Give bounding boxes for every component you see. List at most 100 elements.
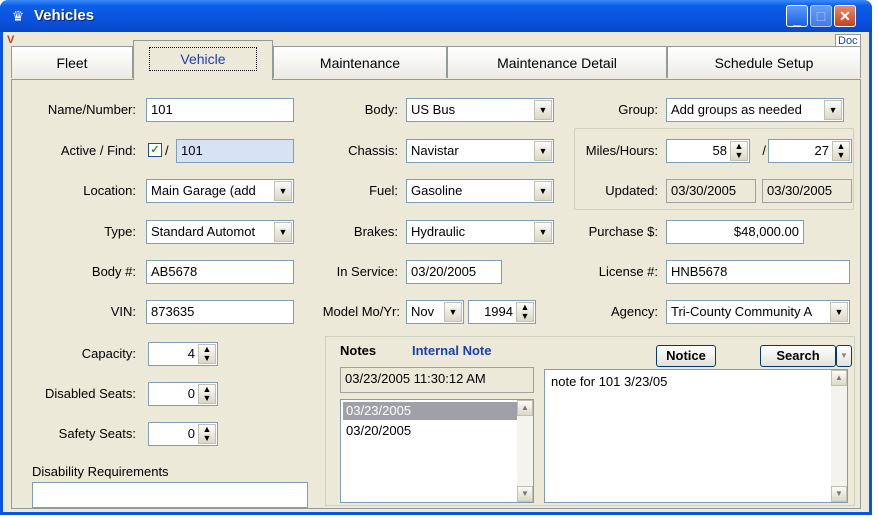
tab-maintenance[interactable]: Maintenance [273,46,447,78]
capacity-stepper[interactable]: 4 ▲ ▼ [148,342,218,366]
vehicle-panel: Name/Number: 101 Active / Find: ✓ / 101 … [11,79,861,509]
body-num-input[interactable]: AB5678 [146,260,294,284]
chevron-down-icon[interactable]: ▼ [444,302,462,322]
group-value: Add groups as needed [671,102,802,117]
chassis-value: Navistar [411,143,459,158]
chassis-dropdown[interactable]: Navistar ▼ [406,139,554,163]
chevron-down-icon[interactable]: ▼ [534,141,552,161]
app-icon: ♛ [11,8,25,24]
body-value: US Bus [411,102,456,117]
agency-dropdown[interactable]: Tri-County Community A ▼ [666,300,850,324]
active-checkbox[interactable]: ✓ [148,143,162,157]
chevron-down-icon[interactable]: ▼ [274,181,292,201]
body-label: Body: [364,102,398,117]
disabled-seats-label: Disabled Seats: [44,386,136,401]
note-text: note for 101 3/23/05 [551,374,668,389]
vin-input[interactable]: 873635 [146,300,294,324]
internal-note-tab[interactable]: Internal Note [412,343,491,358]
hours-stepper[interactable]: 27 ▲ ▼ [768,139,852,163]
close-button[interactable]: ✕ [834,5,856,27]
scroll-up-icon[interactable]: ▲ [517,400,533,416]
disability-requirements-input[interactable] [32,482,308,508]
note-text-scrollbar[interactable]: ▲ ▼ [831,370,847,502]
name-number-input[interactable]: 101 [146,98,294,122]
type-value: Standard Automot [151,224,256,239]
find-input[interactable]: 101 [176,139,294,163]
hours-value: 27 [814,143,829,158]
location-label: Location: [83,183,136,198]
miles-stepper[interactable]: 58 ▲ ▼ [666,139,750,163]
window-title: Vehicles [34,7,95,24]
minimize-icon: _ [793,11,801,27]
brakes-label: Brakes: [353,224,398,239]
tab-schedule-setup[interactable]: Schedule Setup [667,46,861,78]
model-mo-yr-label: Model Mo/Yr: [322,304,400,319]
name-number-label: Name/Number: [47,102,136,117]
miles-hours-separator: / [762,143,766,158]
note-dates-scrollbar[interactable]: ▲ ▼ [517,400,533,502]
note-timestamp: 03/23/2005 11:30:12 AM [340,367,534,393]
list-item[interactable]: 03/23/2005 [343,402,518,420]
list-item[interactable]: 03/20/2005 [343,422,518,440]
scroll-down-icon[interactable]: ▼ [831,486,847,502]
group-dropdown[interactable]: Add groups as needed ▼ [666,98,844,122]
vin-label: VIN: [110,304,136,319]
brakes-dropdown[interactable]: Hydraulic ▼ [406,220,554,244]
fuel-dropdown[interactable]: Gasoline ▼ [406,179,554,203]
disabled-seats-value: 0 [187,386,195,401]
spin-arrows-icon[interactable]: ▲ ▼ [198,384,216,404]
tab-strip: Fleet Vehicle Maintenance Maintenance De… [11,40,861,80]
chevron-down-icon[interactable]: ▼ [274,222,292,242]
updated-date-1: 03/30/2005 [666,179,756,203]
note-text-area[interactable]: note for 101 3/23/05 ▲ ▼ [544,369,848,503]
tab-maintenance-label: Maintenance [319,55,401,71]
location-dropdown[interactable]: Main Garage (add ▼ [146,179,294,203]
search-options-chevron-down-icon[interactable]: ▼ [836,345,852,367]
chevron-down-icon[interactable]: ▼ [534,100,552,120]
purchase-label: Purchase $: [588,224,658,239]
active-find-separator: / [165,143,169,158]
safety-seats-value: 0 [187,426,195,441]
agency-value: Tri-County Community A [671,304,813,319]
tab-maintenance-detail[interactable]: Maintenance Detail [447,46,667,78]
chevron-down-icon[interactable]: ▼ [534,181,552,201]
notes-tab[interactable]: Notes [340,343,376,358]
note-dates-list[interactable]: 03/23/2005 03/20/2005 ▲ ▼ [340,399,534,503]
minimize-button[interactable]: _ [786,5,808,27]
scroll-down-icon[interactable]: ▼ [517,486,533,502]
tab-fleet-label: Fleet [56,55,88,71]
scroll-up-icon[interactable]: ▲ [831,370,847,386]
chevron-down-icon[interactable]: ▼ [824,100,842,120]
title-bar[interactable]: ♛ Vehicles _ □ ✕ [0,0,872,32]
notice-button[interactable]: Notice [656,345,716,367]
spin-arrows-icon[interactable]: ▲ ▼ [832,141,850,161]
type-dropdown[interactable]: Standard Automot ▼ [146,220,294,244]
model-month-dropdown[interactable]: Nov ▼ [406,300,464,324]
in-service-input[interactable]: 03/20/2005 [406,260,502,284]
purchase-input[interactable]: $48,000.00 [666,220,804,244]
body-num-label: Body #: [91,264,136,279]
maximize-button[interactable]: □ [810,5,832,27]
updated-label: Updated: [605,183,658,198]
maximize-icon: □ [816,8,826,24]
body-dropdown[interactable]: US Bus ▼ [406,98,554,122]
tab-schedule-setup-label: Schedule Setup [714,55,814,71]
spin-arrows-icon[interactable]: ▲ ▼ [516,302,534,322]
disabled-seats-stepper[interactable]: 0 ▲ ▼ [148,382,218,406]
miles-value: 58 [712,143,727,158]
spin-arrows-icon[interactable]: ▲ ▼ [198,344,216,364]
chevron-down-icon[interactable]: ▼ [830,302,848,322]
tab-vehicle[interactable]: Vehicle [133,40,273,80]
vehicles-window: ♛ Vehicles _ □ ✕ V Doc Fleet Vehicle Mai… [0,0,872,515]
search-button[interactable]: Search [760,345,836,367]
group-label: Group: [618,102,658,117]
spin-arrows-icon[interactable]: ▲ ▼ [730,141,748,161]
license-input[interactable]: HNB5678 [666,260,850,284]
agency-label: Agency: [611,304,658,319]
safety-seats-stepper[interactable]: 0 ▲ ▼ [148,422,218,446]
tab-fleet[interactable]: Fleet [11,46,133,78]
model-year-value: 1994 [484,304,513,319]
model-year-stepper[interactable]: 1994 ▲ ▼ [468,300,536,324]
chevron-down-icon[interactable]: ▼ [534,222,552,242]
spin-arrows-icon[interactable]: ▲ ▼ [198,424,216,444]
